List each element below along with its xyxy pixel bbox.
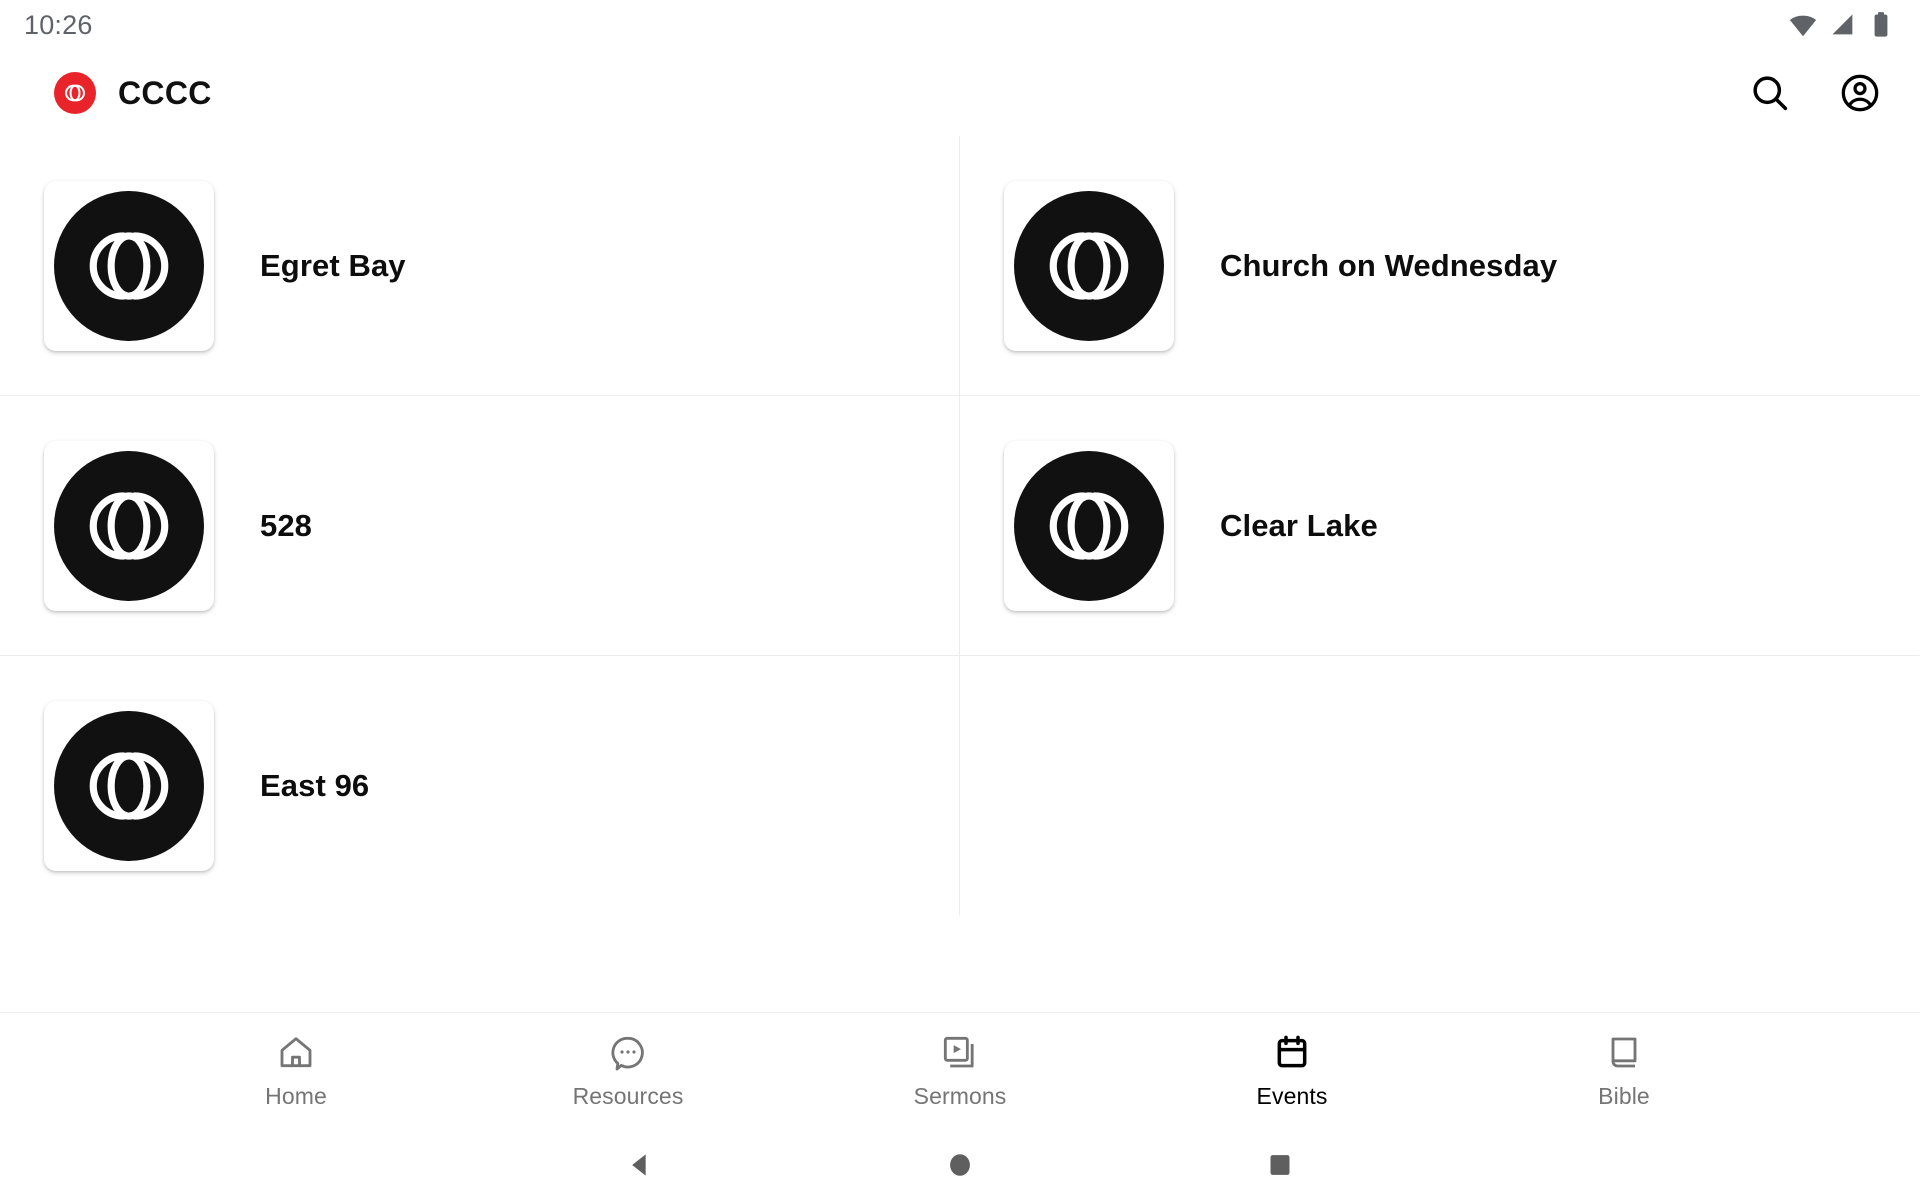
back-button[interactable] [605, 1130, 675, 1200]
cccc-monogram-logo-icon [54, 72, 96, 114]
status-bar: 10:26 [0, 0, 1920, 50]
video-library-icon [940, 1033, 980, 1073]
campus-list-scroll-area[interactable]: Egret Bay Church on Wednesday 528 Clear Lak… [0, 136, 1920, 1012]
campus-grid-empty-cell [960, 656, 1920, 916]
battery-icon [1868, 11, 1894, 39]
nav-tab-label: Events [1256, 1083, 1328, 1109]
campus-name-label: Egret Bay [260, 247, 406, 283]
status-clock: 10:26 [24, 9, 93, 40]
square-recents-icon [1263, 1148, 1297, 1182]
app-bar: CCCC [0, 50, 1920, 136]
app-title: CCCC [118, 74, 212, 111]
nav-tab-bible[interactable]: Bible [1458, 1027, 1790, 1116]
campus-name-label: Clear Lake [1220, 507, 1378, 543]
campus-logo-card [44, 440, 214, 611]
campus-name-label: East 96 [260, 767, 370, 803]
cccc-monogram-logo-icon [1014, 190, 1164, 341]
nav-tab-label: Bible [1598, 1083, 1650, 1109]
wifi-icon [1788, 10, 1818, 40]
search-button[interactable] [1742, 65, 1798, 121]
search-icon [1748, 71, 1792, 115]
chat-bubble-icon [608, 1033, 648, 1073]
nav-tab-label: Home [265, 1083, 327, 1109]
cellular-signal-icon [1829, 11, 1857, 39]
nav-tab-label: Resources [572, 1083, 684, 1109]
nav-tab-events[interactable]: Events [1126, 1027, 1458, 1116]
triangle-back-icon [623, 1148, 657, 1182]
book-icon [1604, 1033, 1644, 1073]
app-root: 10:26 CCCC Egret Bay Church on Wednesday… [0, 0, 1920, 1200]
nav-tab-label: Sermons [913, 1083, 1007, 1109]
campus-list-item[interactable]: Church on Wednesday [960, 136, 1920, 396]
status-bar-icons [1788, 10, 1894, 40]
campus-logo-card [1004, 180, 1174, 351]
home-icon [276, 1033, 316, 1073]
account-button[interactable] [1832, 65, 1888, 121]
campus-logo-card [44, 700, 214, 871]
campus-list-item[interactable]: Clear Lake [960, 396, 1920, 656]
account-circle-icon [1838, 71, 1882, 115]
recents-button[interactable] [1245, 1130, 1315, 1200]
cccc-monogram-logo-icon [54, 450, 204, 601]
brand: CCCC [54, 72, 212, 114]
calendar-icon [1272, 1033, 1312, 1073]
campus-logo-card [44, 180, 214, 351]
campus-name-label: 528 [260, 507, 313, 543]
campus-name-label: Church on Wednesday [1220, 247, 1558, 283]
campus-logo-card [1004, 440, 1174, 611]
bottom-navigation-bar: Home Resources Sermons Events Bible [0, 1012, 1920, 1130]
nav-tab-home[interactable]: Home [130, 1027, 462, 1116]
nav-tab-resources[interactable]: Resources [462, 1027, 794, 1116]
circle-home-icon [943, 1148, 977, 1182]
home-button[interactable] [925, 1130, 995, 1200]
campus-list-item[interactable]: 528 [0, 396, 960, 656]
cccc-monogram-logo-icon [1014, 450, 1164, 601]
campus-grid: Egret Bay Church on Wednesday 528 Clear Lak… [0, 136, 1920, 916]
cccc-monogram-logo-icon [54, 710, 204, 861]
app-bar-actions [1742, 65, 1888, 121]
system-navigation-bar [0, 1130, 1920, 1200]
cccc-monogram-logo-icon [54, 190, 204, 341]
campus-list-item[interactable]: East 96 [0, 656, 960, 916]
nav-tab-sermons[interactable]: Sermons [794, 1027, 1126, 1116]
campus-list-item[interactable]: Egret Bay [0, 136, 960, 396]
